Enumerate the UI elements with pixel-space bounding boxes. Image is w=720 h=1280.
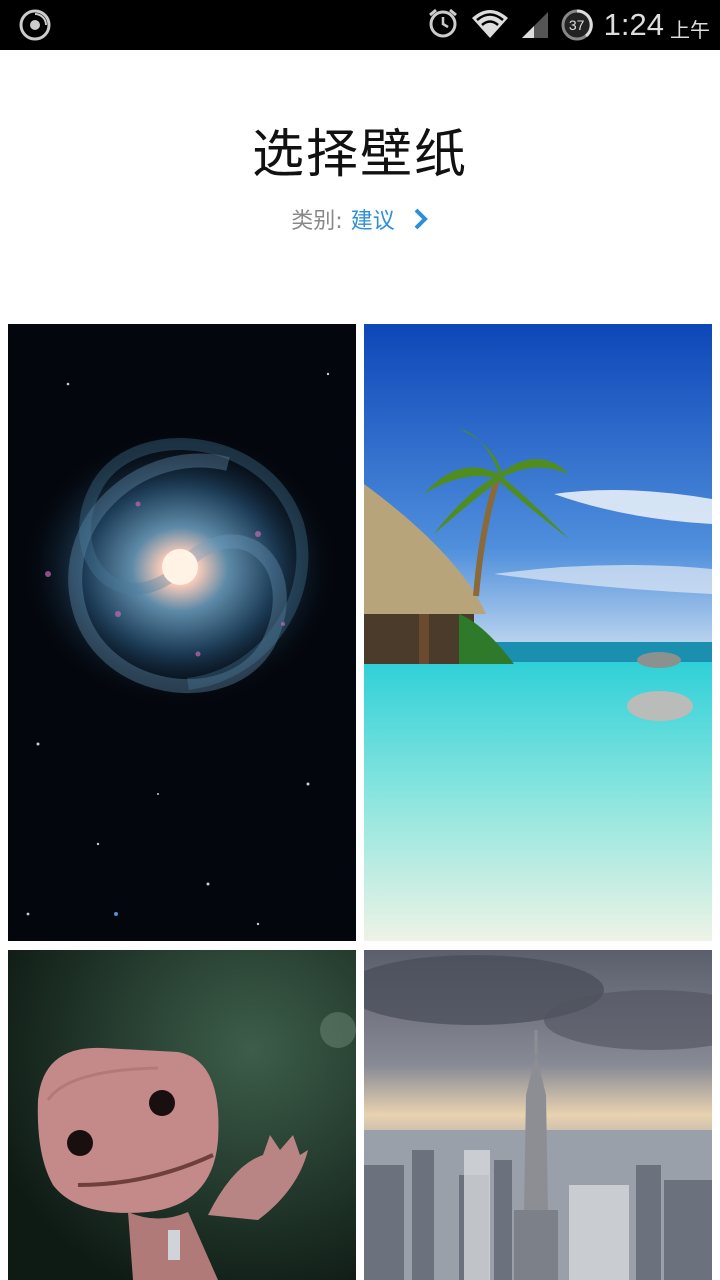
battery-icon: 37 [560,8,594,42]
battery-level: 37 [568,17,585,33]
category-value[interactable]: 建议 [351,203,395,235]
doll-image [8,950,356,1280]
wifi-icon [470,6,510,44]
clock-ampm: 上午 [670,17,710,42]
wallpaper-tropical-beach[interactable] [364,324,712,941]
category-selector[interactable]: 类别: 建议 [0,203,720,235]
city-image [364,950,712,1280]
galaxy-image [8,324,356,941]
beach-image [364,324,712,941]
app-notification-icon [18,8,52,42]
signal-icon [520,6,550,44]
page-title: 选择壁纸 [251,125,468,185]
status-bar: 37 1:24 上午 [0,0,720,50]
wallpaper-galaxy[interactable] [8,324,356,941]
wallpaper-city-skyline[interactable] [364,950,712,1280]
wallpaper-knitted-doll[interactable] [8,950,356,1280]
category-label: 类别: [291,209,343,234]
alarm-icon [426,6,460,44]
clock-time: 1:24 [603,7,664,42]
chevron-right-icon[interactable] [413,207,429,231]
